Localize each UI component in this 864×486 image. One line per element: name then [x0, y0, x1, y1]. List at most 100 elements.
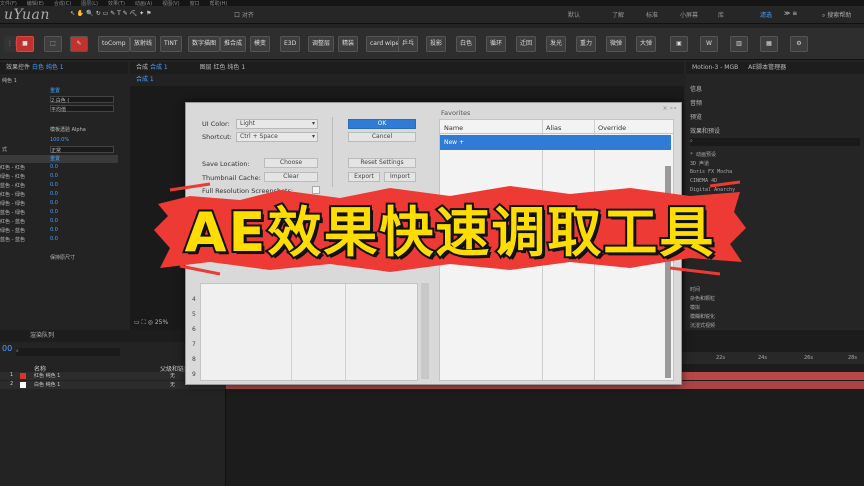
fav-col-alias[interactable]: Alias — [546, 124, 561, 132]
fav-col-override[interactable]: Override — [598, 124, 626, 132]
toolbar-btn-tocomp[interactable]: toComp — [98, 36, 130, 52]
panel-preview[interactable]: 预览 — [690, 112, 702, 121]
workspace-default[interactable]: 默认 — [568, 10, 580, 19]
panel-info[interactable]: 信息 — [690, 84, 702, 93]
layer-search-input[interactable]: ⌕ — [16, 348, 120, 356]
toolbar-btn-gravity[interactable]: 重力 — [576, 36, 597, 52]
opacity-value[interactable]: 100.0% — [50, 137, 69, 144]
list-scrollbar[interactable] — [421, 283, 429, 379]
calculator-icon[interactable]: ▦ — [760, 36, 778, 52]
search-icon: ⌕ — [16, 348, 19, 354]
panel-effects-presets[interactable]: 效果和预设 — [690, 126, 720, 135]
effects-tab-label: 效果控件 — [6, 64, 31, 71]
effects-panel-tab[interactable]: 效果控件 白色 纯色 1 — [0, 62, 128, 74]
channel-row: 蓝色 - 红色 0.0 — [0, 182, 58, 189]
mode-label: 式 — [2, 147, 8, 153]
mode-dropdown[interactable]: 正常 — [50, 146, 114, 154]
source-layer-dropdown[interactable]: 2.白色 ( — [50, 96, 114, 104]
reset-link[interactable]: 重置 — [50, 87, 60, 94]
alpha-checkbox[interactable]: 模板透验 Alpha — [50, 126, 86, 133]
layer-parent[interactable]: 无 — [170, 372, 175, 379]
fav-col-name[interactable]: Name — [444, 124, 463, 132]
toolbar-btn-precompose[interactable]: 推合成 — [220, 36, 247, 52]
first-tool-icon[interactable]: ■ — [16, 36, 34, 52]
zoom-value: 25% — [154, 319, 169, 326]
comp-zoom[interactable]: ▭ ⛶ ◎ 25% — [134, 319, 168, 327]
toolbar-btn-digital-trace[interactable]: 数字描图 — [188, 36, 221, 52]
preset-folder[interactable]: 沉浸式视频 — [690, 322, 715, 329]
settings-gear-icon[interactable]: ⚙ — [790, 36, 808, 52]
fav-row-new[interactable]: New + — [440, 135, 671, 150]
preset-folder[interactable]: Boris FX Mocha — [690, 169, 732, 175]
preset-folder[interactable]: 时间 — [690, 286, 700, 293]
gradient-tool-icon[interactable]: ▥ — [730, 36, 748, 52]
preset-folder[interactable]: 模拟 — [690, 304, 700, 311]
preset-folder[interactable]: 杂色和颗粒 — [690, 295, 715, 302]
favorites-header: Name Alias Override — [440, 120, 673, 134]
layer-tab[interactable]: 图层 红色 纯色 1 — [200, 64, 246, 71]
image-tool-icon[interactable]: ▣ — [670, 36, 688, 52]
effects-search-input[interactable]: ⌕ — [690, 138, 860, 146]
toolbar-btn-fine[interactable]: 精装 — [338, 36, 359, 52]
preset-folder[interactable]: 3D 声道 — [690, 160, 709, 167]
composition-tab-bar[interactable]: 合成 合成 1 图层 红色 纯色 1 — [130, 62, 684, 74]
workspace-library[interactable]: 库 — [718, 10, 724, 19]
right-panel-tabs[interactable]: Motion-3 - MGB AE脚本管理器 — [686, 62, 864, 74]
row-number: 9 — [192, 371, 196, 378]
list-column-line — [345, 284, 346, 380]
keep-size-checkbox[interactable]: 保持原尺寸 — [50, 254, 75, 261]
snap-toggle[interactable]: 口 对齐 — [234, 10, 254, 19]
comp-sub-tab[interactable]: 合成 1 — [130, 74, 684, 86]
workspace-toolbar: uYuan ↖ ✋ 🔍 ↻ ▭ ✎ T ✎ ⛏ ✦ ⚑ 口 对齐 默认 了解 标… — [0, 6, 864, 24]
camera-tool-icon[interactable]: ⬚ — [44, 36, 62, 52]
row-number: 8 — [192, 356, 196, 363]
toolbar-btn-loop[interactable]: 循环 — [486, 36, 507, 52]
toolbar-btn-return[interactable]: 迁回 — [516, 36, 537, 52]
workspace-learn[interactable]: 了解 — [612, 10, 624, 19]
toolbar-btn-pingpong[interactable]: 乒乓 — [398, 36, 419, 52]
panel-audio[interactable]: 音频 — [690, 98, 702, 107]
search-icon: ⌕ — [822, 12, 826, 19]
channel-row: 绿色 - 蓝色 0.0 — [0, 227, 58, 234]
tool-icons[interactable]: ↖ ✋ 🔍 ↻ ▭ ✎ T ✎ ⛏ ✦ ⚑ — [70, 10, 151, 17]
workspace-menu-icon[interactable]: ≫ ≡ — [784, 10, 797, 17]
tab-script-manager[interactable]: AE脚本管理器 — [748, 64, 786, 71]
close-icon[interactable]: × ∘∘ — [663, 105, 677, 112]
workspace-small-screen[interactable]: 小屏幕 — [680, 10, 698, 19]
comp-sub-tab-label: 合成 1 — [136, 76, 154, 83]
effects-list[interactable] — [200, 283, 418, 381]
toolbar-btn-tint[interactable]: TINT — [160, 36, 182, 52]
toolbar-btn-micro-bounce[interactable]: 微弹 — [606, 36, 627, 52]
toolbar-btn-adjustment[interactable]: 调整层 — [308, 36, 335, 52]
wig-tool-icon[interactable]: W — [700, 36, 718, 52]
layer-index: 1 — [10, 372, 14, 378]
average-dropdown[interactable]: 平均值 — [50, 105, 114, 113]
toolbar-btn-e3d[interactable]: E3D — [280, 36, 301, 52]
choose-button[interactable]: Choose — [264, 158, 318, 168]
search-help-input[interactable]: ⌕ 搜索帮助 — [822, 10, 851, 20]
ui-color-select[interactable]: Light — [236, 119, 318, 129]
cancel-button[interactable]: Cancel — [348, 132, 416, 142]
layer-color-swatch — [20, 382, 26, 388]
ok-button[interactable]: OK — [348, 119, 416, 129]
shortcut-select[interactable]: Ctrl + Space — [236, 132, 318, 142]
toolbar-btn-glow[interactable]: 发光 — [546, 36, 567, 52]
layer-parent[interactable]: 无 — [170, 381, 175, 388]
reset-settings-button[interactable]: Reset Settings — [348, 158, 416, 168]
toolbar-btn-shadow[interactable]: 投影 — [426, 36, 447, 52]
brush-tool-icon[interactable]: ✎ — [70, 36, 88, 52]
workspace-standard[interactable]: 标准 — [646, 10, 658, 19]
toolbar-btn-big-bounce[interactable]: 大弹 — [636, 36, 657, 52]
toolbar-btn-radial[interactable]: 放射线 — [130, 36, 157, 52]
timecode[interactable]: 00 — [2, 344, 12, 353]
comp-view-icons: ▭ ⛶ ◎ — [134, 319, 155, 326]
toolbar-btn-morph[interactable]: 模变 — [250, 36, 271, 52]
toolbar-btn-white[interactable]: 白色 — [456, 36, 477, 52]
preset-folder[interactable]: 模糊和锐化 — [690, 313, 715, 320]
workspace-active[interactable]: 滤选 — [760, 10, 772, 19]
opacity-value-label: 100.0% — [50, 137, 70, 143]
selected-effect-row[interactable]: 重置 — [0, 155, 118, 163]
tab-motion[interactable]: Motion-3 - MGB — [692, 64, 738, 71]
layer-color-swatch — [20, 373, 26, 379]
preset-folder[interactable]: * 动画预设 — [690, 151, 716, 158]
